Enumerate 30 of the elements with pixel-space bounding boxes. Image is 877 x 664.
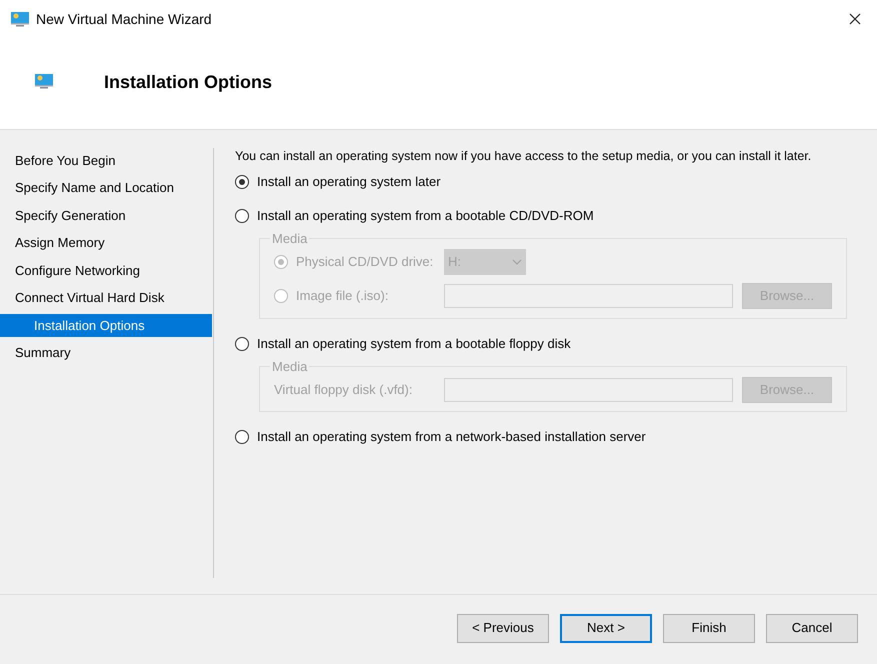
option-radio[interactable]: Install an operating system from a bootable CD/DVD-ROM (235, 207, 594, 225)
sidebar-item[interactable]: Before You Begin (0, 149, 213, 172)
wizard-button[interactable]: Cancel (766, 614, 858, 642)
group-title: Media (271, 358, 308, 376)
radio-button[interactable] (235, 175, 249, 189)
sidebar-item[interactable]: Assign Memory (0, 232, 213, 254)
radio-button[interactable] (235, 336, 249, 350)
monitor-icon (10, 11, 30, 27)
radio-button[interactable] (235, 209, 249, 223)
wizard-button[interactable]: Next > (560, 614, 652, 642)
chevron-down-icon (512, 259, 522, 265)
wizard-button[interactable]: < Previous (457, 614, 549, 642)
field-label: Virtual floppy disk (.vfd): (274, 380, 414, 399)
radio-button[interactable] (235, 430, 249, 444)
sidebar-item[interactable]: Summary (0, 342, 213, 364)
group-title: Media (271, 230, 308, 248)
wizard-button[interactable]: Finish (663, 614, 755, 642)
option-radio[interactable]: Install an operating system from a network-based installation server (235, 428, 646, 446)
window-title: New Virtual Machine Wizard (36, 10, 212, 28)
intro-text: You can install an operating system now if you have access to the setup media, or you can install it later. (235, 148, 812, 164)
page-heading: Installation Options (104, 71, 272, 94)
sidebar-item[interactable]: Configure Networking (0, 259, 213, 282)
close-icon (849, 13, 861, 25)
sidebar-item[interactable]: Specify Generation (0, 204, 213, 227)
option-radio[interactable]: Install an operating system from a bootable floppy disk (235, 334, 571, 352)
sidebar-item[interactable]: Specify Name and Location (0, 176, 213, 200)
sidebar-item[interactable]: Installation Options (0, 314, 212, 337)
option-radio[interactable]: Install an operating system later (235, 173, 441, 191)
sidebar-item[interactable]: Connect Virtual Hard Disk (0, 286, 213, 310)
monitor-icon (34, 72, 54, 88)
